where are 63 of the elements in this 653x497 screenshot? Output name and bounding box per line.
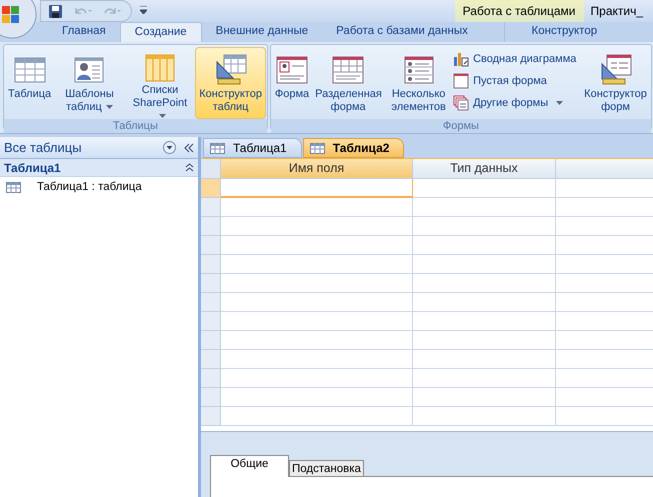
- split-form-icon: [331, 54, 366, 86]
- column-header[interactable]: Тип данных: [413, 159, 556, 179]
- ribbon-button[interactable]: Несколько элементов: [384, 47, 454, 119]
- form-icon: [275, 54, 310, 86]
- ribbon-button[interactable]: Таблица: [5, 47, 54, 119]
- grid-row[interactable]: [201, 407, 653, 426]
- group-label: Таблицы: [4, 119, 267, 133]
- group-label: Формы: [270, 119, 651, 133]
- dropdown-caret-icon: [556, 101, 564, 105]
- table-design-icon: [214, 54, 248, 86]
- grid-row[interactable]: [201, 217, 653, 236]
- table-icon: [6, 182, 21, 193]
- ribbon-tab[interactable]: Главная: [48, 22, 120, 42]
- multiple-items-icon: [402, 54, 436, 86]
- property-tab[interactable]: Подстановка: [289, 460, 364, 477]
- collapse-pane-icon[interactable]: [184, 142, 194, 152]
- list-icon: [143, 52, 177, 84]
- table-icon: [310, 142, 325, 154]
- ribbon-small-button[interactable]: Пустая форма: [453, 71, 582, 91]
- ribbon-button[interactable]: Конструктор форм: [581, 47, 650, 119]
- blank-form-icon: [453, 73, 470, 89]
- ribbon-button[interactable]: Списки SharePoint: [124, 47, 196, 119]
- dropdown-icon[interactable]: [163, 141, 176, 154]
- property-tab[interactable]: Общие: [210, 455, 289, 477]
- ribbon-button[interactable]: Разделенная форма: [312, 47, 384, 119]
- form-design-icon: [598, 54, 633, 86]
- office-button-icon[interactable]: [0, 0, 38, 40]
- grid-row[interactable]: [201, 179, 653, 198]
- customize-menu-icon[interactable]: [140, 6, 147, 14]
- nav-item[interactable]: Таблица1 : таблица: [0, 177, 198, 198]
- grid-row[interactable]: [201, 255, 653, 274]
- nav-pane-title: Все таблицы: [4, 138, 82, 157]
- grid-row[interactable]: [201, 350, 653, 369]
- column-header[interactable]: Имя поля: [221, 159, 413, 179]
- forms-stack-icon: [453, 95, 470, 111]
- ribbon-button[interactable]: Шаблоны таблиц: [54, 47, 125, 119]
- grid-row[interactable]: [201, 388, 653, 407]
- document-tab[interactable]: Таблица2: [302, 138, 404, 158]
- grid-row[interactable]: [201, 331, 653, 350]
- window-title: Практич_: [590, 3, 644, 20]
- save-icon[interactable]: [49, 4, 62, 18]
- ribbon-button[interactable]: Конструктор таблиц: [195, 47, 266, 119]
- grid-row[interactable]: [201, 274, 653, 293]
- grid-row[interactable]: [201, 293, 653, 312]
- ribbon-small-button[interactable]: Сводная диаграмма: [453, 49, 582, 69]
- document-tab[interactable]: Таблица1: [203, 138, 302, 158]
- grid-row[interactable]: [201, 369, 653, 388]
- pivot-chart-icon: [453, 51, 470, 67]
- grid-row[interactable]: [201, 236, 653, 255]
- redo-icon[interactable]: [104, 6, 122, 16]
- ribbon-button[interactable]: Форма: [272, 47, 312, 119]
- ribbon-small-button[interactable]: Другие формы: [453, 93, 582, 113]
- dropdown-caret-icon: [106, 105, 113, 110]
- ribbon-tab[interactable]: Внешние данные: [202, 22, 322, 42]
- undo-icon[interactable]: [74, 6, 92, 16]
- ribbon-tab[interactable]: Работа с базами данных: [322, 22, 482, 42]
- grid-row[interactable]: [201, 312, 653, 331]
- table-icon: [210, 142, 225, 154]
- ribbon-tab[interactable]: Создание: [120, 22, 202, 42]
- select-all-corner[interactable]: [201, 159, 221, 179]
- context-tab-header: Работа с таблицами: [454, 0, 584, 22]
- nav-group-header[interactable]: Таблица1: [0, 159, 198, 177]
- grid-row[interactable]: [201, 198, 653, 217]
